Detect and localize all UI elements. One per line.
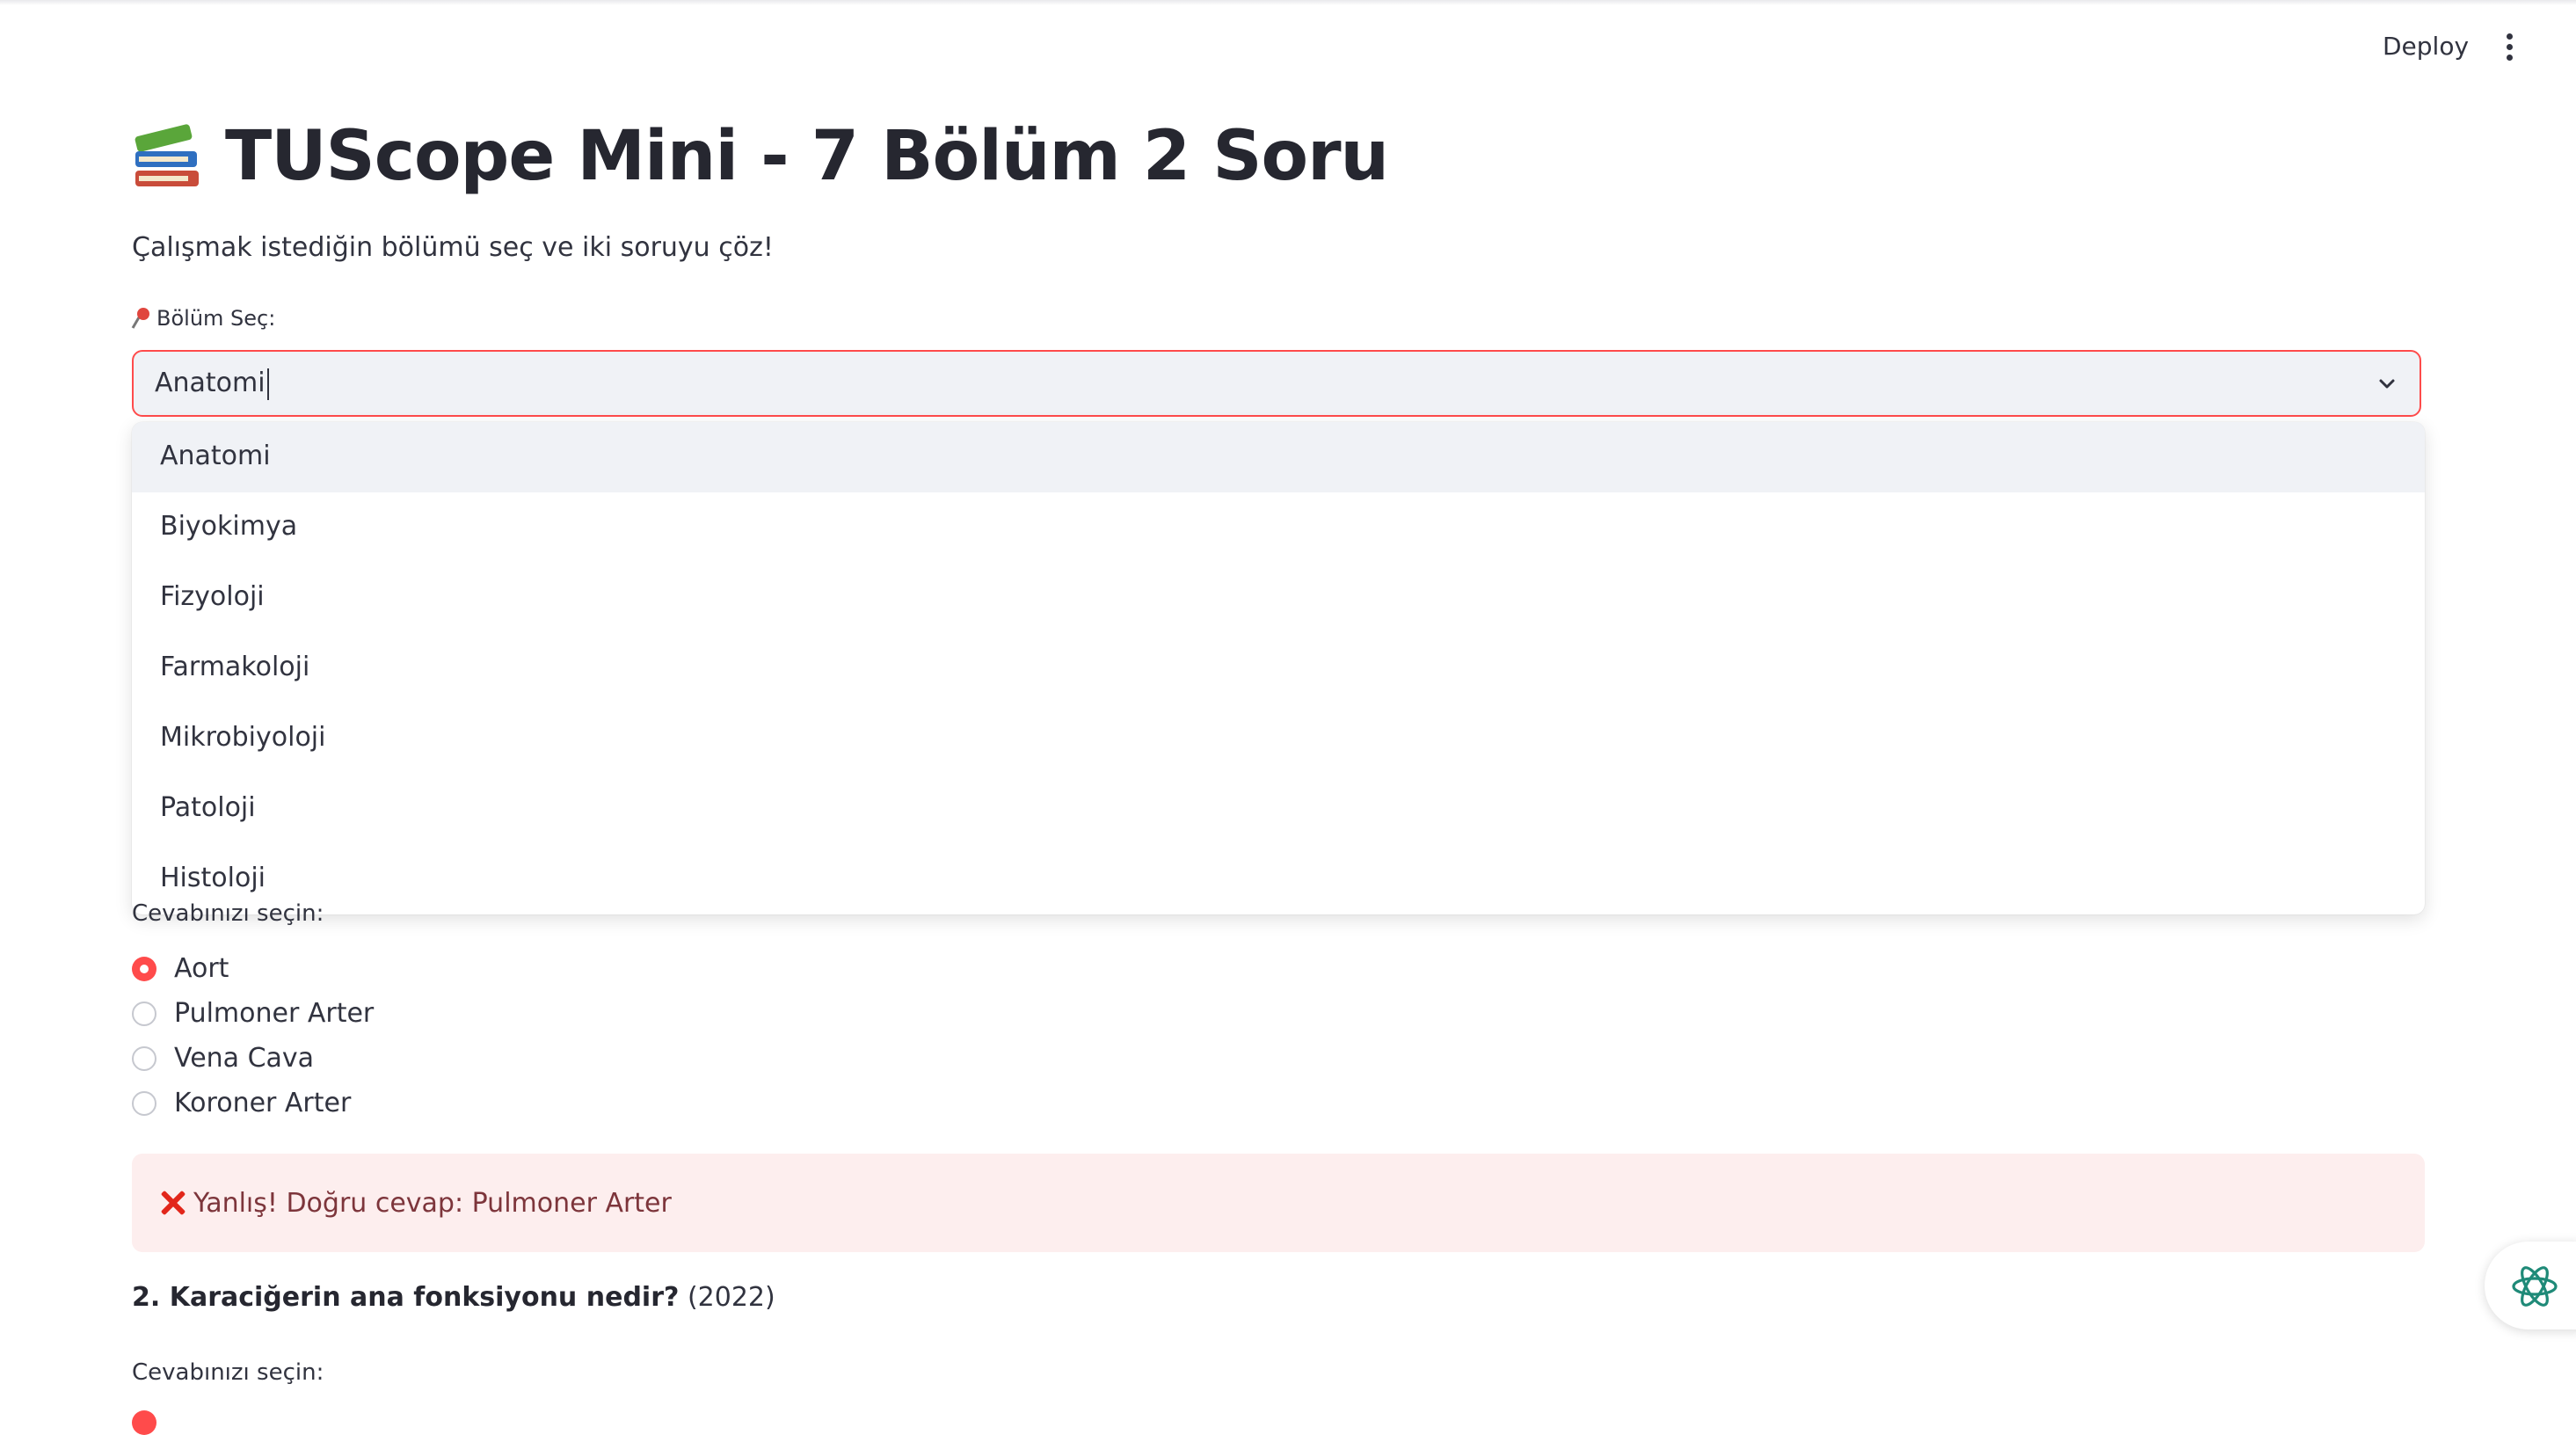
q1-option-aort[interactable]: Aort bbox=[132, 946, 374, 991]
radio-selected-icon[interactable] bbox=[132, 956, 156, 981]
q1-answer-prompt: Cevabınızı seçin: bbox=[132, 900, 324, 927]
section-select-label: Bölüm Seç: bbox=[131, 306, 276, 331]
chevron-down-icon[interactable] bbox=[2377, 375, 2397, 394]
radio-icon[interactable] bbox=[132, 1090, 156, 1116]
books-icon bbox=[132, 121, 204, 192]
error-alert: Yanlış! Doğru cevap: Pulmoner Arter bbox=[132, 1154, 2425, 1252]
dropdown-option-mikrobiyoloji[interactable]: Mikrobiyoloji bbox=[132, 703, 2425, 774]
radio-icon[interactable] bbox=[132, 1001, 156, 1026]
page-subtitle: Çalışmak istediğin bölümü seç ve iki sor… bbox=[132, 232, 774, 263]
main-menu-icon[interactable] bbox=[2492, 28, 2527, 67]
section-select-label-text: Bölüm Seç: bbox=[156, 306, 276, 331]
dropdown-option-biyokimya[interactable]: Biyokimya bbox=[132, 492, 2425, 563]
radio-icon[interactable] bbox=[132, 1045, 156, 1071]
dropdown-option-farmakoloji[interactable]: Farmakoloji bbox=[132, 633, 2425, 703]
q1-option-koroner-arter[interactable]: Koroner Arter bbox=[132, 1081, 374, 1125]
dropdown-option-histoloji[interactable]: Histoloji bbox=[132, 844, 2425, 914]
section-select-value: Anatomi bbox=[155, 352, 269, 415]
deploy-button[interactable]: Deploy bbox=[2367, 23, 2485, 70]
chat-assistant-button[interactable] bbox=[2485, 1242, 2576, 1329]
dropdown-option-patoloji[interactable]: Patoloji bbox=[132, 774, 2425, 844]
cross-mark-icon bbox=[158, 1188, 188, 1218]
question2-year: (2022) bbox=[687, 1282, 775, 1313]
assistant-logo-icon bbox=[2512, 1266, 2558, 1307]
dropdown-option-fizyoloji[interactable]: Fizyoloji bbox=[132, 563, 2425, 633]
q2-answer-prompt: Cevabınızı seçin: bbox=[132, 1359, 324, 1386]
question2-text: 2. Karaciğerin ana fonksiyonu nedir? (20… bbox=[132, 1282, 775, 1313]
q1-option-vena-cava[interactable]: Vena Cava bbox=[132, 1036, 374, 1081]
section-select[interactable]: Anatomi bbox=[132, 350, 2421, 417]
q1-radio-group: Aort Pulmoner Arter Vena Cava Koroner Ar… bbox=[132, 946, 374, 1125]
q1-option-pulmoner-arter[interactable]: Pulmoner Arter bbox=[132, 991, 374, 1036]
page-title-text: TUScope Mini - 7 Bölüm 2 Soru bbox=[225, 117, 1389, 196]
question2-title: 2. Karaciğerin ana fonksiyonu nedir? bbox=[132, 1282, 680, 1313]
page-title: TUScope Mini - 7 Bölüm 2 Soru bbox=[132, 106, 1389, 208]
top-decoration-bar bbox=[0, 0, 2576, 5]
section-dropdown-menu: Anatomi Biyokimya Fizyoloji Farmakoloji … bbox=[132, 422, 2425, 914]
text-cursor bbox=[266, 368, 269, 400]
error-alert-text: Yanlış! Doğru cevap: Pulmoner Arter bbox=[193, 1187, 672, 1219]
dropdown-option-anatomi[interactable]: Anatomi bbox=[132, 422, 2425, 492]
q2-radio-selected-icon[interactable] bbox=[132, 1410, 156, 1435]
pushpin-icon bbox=[131, 308, 151, 329]
